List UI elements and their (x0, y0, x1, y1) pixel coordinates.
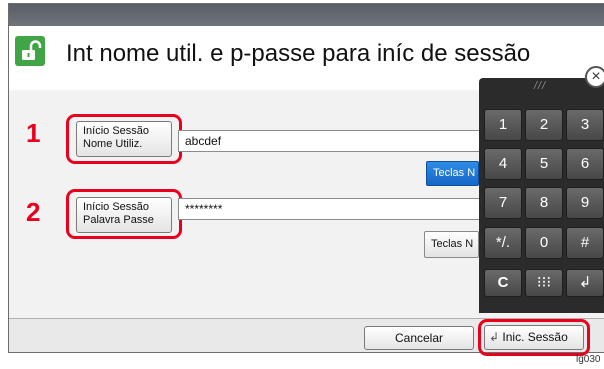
login-password-label-line2: Palavra Passe (83, 214, 154, 226)
callout-number-1: 1 (26, 118, 41, 148)
page-title: Int nome util. e p-passe para iníc de se… (66, 40, 531, 67)
key-hash[interactable]: # (566, 227, 604, 259)
close-icon[interactable]: × (585, 66, 604, 88)
password-field[interactable]: ******** (178, 198, 483, 220)
login-password-button[interactable]: Início Sessão Palavra Passe (76, 197, 172, 233)
key-9[interactable]: 9 (566, 187, 604, 219)
top-status-strip (9, 4, 604, 26)
key-8[interactable]: 8 (525, 187, 563, 219)
login-username-label-line2: Nome Utiliz. (83, 138, 143, 150)
keypad-grid-icon[interactable]: ⁝⁝⁝ (525, 269, 563, 297)
key-0[interactable]: 0 (525, 227, 563, 259)
login-username-label-line1: Início Sessão (83, 125, 150, 137)
password-keyboard-button[interactable]: Teclas N (424, 231, 479, 258)
key-2[interactable]: 2 (525, 109, 563, 141)
enter-arrow-icon: ↲ (489, 330, 500, 344)
login-username-button[interactable]: Início Sessão Nome Utiliz. (76, 121, 172, 157)
enter-key-icon[interactable]: ↲ (566, 269, 604, 297)
key-7[interactable]: 7 (484, 187, 522, 219)
username-keyboard-button[interactable]: Teclas N (426, 161, 479, 186)
login-button[interactable]: ↲ Inic. Sessão (484, 325, 584, 350)
key-6[interactable]: 6 (566, 148, 604, 180)
key-1[interactable]: 1 (484, 109, 522, 141)
callout-number-2: 2 (26, 197, 41, 227)
key-3[interactable]: 3 (566, 109, 604, 141)
key-4[interactable]: 4 (484, 148, 522, 180)
figure-id: lg030 (576, 354, 601, 365)
login-password-label-line1: Início Sessão (83, 201, 150, 213)
grip-icon: /// (534, 80, 547, 92)
login-button-label: Inic. Sessão (502, 330, 568, 344)
key-5[interactable]: 5 (525, 148, 563, 180)
key-clear[interactable]: C (484, 269, 522, 297)
key-star-slash-dot[interactable]: */. (484, 227, 522, 259)
username-field[interactable]: abcdef (178, 130, 483, 152)
unlocked-padlock-icon (15, 36, 45, 66)
cancel-button[interactable]: Cancelar (364, 326, 474, 350)
